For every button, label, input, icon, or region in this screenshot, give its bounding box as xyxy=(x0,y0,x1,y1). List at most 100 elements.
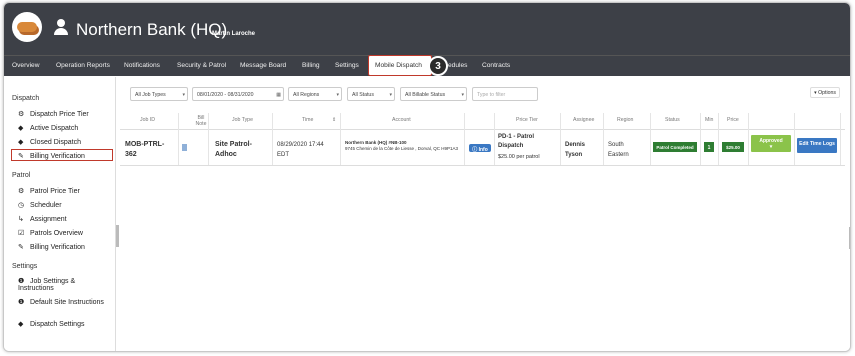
nav-security-patrol[interactable]: Security & Patrol xyxy=(177,62,226,69)
sidebar: Dispatch ⚙ Dispatch Price Tier ◆ Active Di… xyxy=(4,77,116,351)
col-job-type[interactable]: Job Type xyxy=(232,117,253,123)
sidebar-item-label: Dispatch Settings xyxy=(30,321,85,328)
col-bill-note[interactable]: Bill Note xyxy=(194,115,208,127)
main-scrollbar[interactable] xyxy=(849,227,850,249)
date-range-input[interactable]: 08/01/2020 - 08/31/2020 ▦ xyxy=(192,87,284,101)
sidebar-item-active-dispatch[interactable]: ◆ Active Dispatch xyxy=(18,124,78,132)
checkbox-icon: ☑ xyxy=(18,230,25,237)
approved-button[interactable]: Approved ▾ xyxy=(751,135,791,152)
nav-schedules[interactable]: edules xyxy=(448,62,467,69)
chevron-down-icon: ▾ xyxy=(769,144,773,150)
regions-select[interactable]: All Regions ▾ xyxy=(288,87,342,101)
chevron-down-icon: ▾ xyxy=(182,92,185,98)
col-price-tier[interactable]: Price Tier xyxy=(516,117,538,123)
sidebar-item-closed-dispatch[interactable]: ◆ Closed Dispatch xyxy=(18,138,81,146)
sidebar-heading-patrol: Patrol xyxy=(12,172,31,179)
info-button[interactable]: ⓘ Info xyxy=(469,144,491,153)
sidebar-item-label: Billing Verification xyxy=(30,244,85,251)
megaphone-icon: ◆ xyxy=(18,139,24,146)
bill-note-icon[interactable] xyxy=(182,144,187,151)
table-header: Job ID Bill Note Job Type Time ⇕ Account… xyxy=(120,113,845,130)
main-content: All Job Types ▾ 08/01/2020 - 08/31/2020 ▦ … xyxy=(120,77,850,351)
sidebar-item-scheduler[interactable]: ◷ Scheduler xyxy=(18,201,62,209)
billable-value: All Billable Status xyxy=(405,92,446,98)
edit-time-logs-button[interactable]: Edit Time Logs xyxy=(797,138,837,153)
nav-contracts[interactable]: Contracts xyxy=(482,62,510,69)
table-row[interactable]: MOB-PTRL-362 Site Patrol-Adhoc 08/29/202… xyxy=(120,130,845,166)
sidebar-item-patrols-overview[interactable]: ☑ Patrols Overview xyxy=(18,229,83,237)
filter-search-input[interactable]: Type to filter xyxy=(472,87,538,101)
col-account[interactable]: Account xyxy=(392,117,411,123)
assignee[interactable]: Dennis Tyson xyxy=(565,140,600,160)
sidebar-heading-dispatch: Dispatch xyxy=(12,95,40,102)
sidebar-item-label: Assignment xyxy=(30,216,67,223)
job-types-value: All Job Types xyxy=(135,92,166,98)
col-job-id[interactable]: Job ID xyxy=(140,117,155,123)
megaphone-icon: ◆ xyxy=(18,125,24,132)
price-tier: PD-1 - Patrol Dispatch xyxy=(498,134,535,149)
user-name: Martin Laroche xyxy=(212,31,256,37)
sidebar-item-dispatch-settings[interactable]: ◆ Dispatch Settings xyxy=(18,320,84,328)
top-header: Northern Bank (HQ) Martin Laroche xyxy=(4,3,850,55)
nav-overview[interactable]: Overview xyxy=(12,62,39,69)
calendar-icon: ▦ xyxy=(276,92,281,98)
region: South Eastern xyxy=(608,142,629,158)
nav-message-board[interactable]: Message Board xyxy=(240,62,286,69)
chevron-down-icon: ▾ xyxy=(336,92,339,98)
user-icon xyxy=(54,19,68,35)
step-callout: 3 xyxy=(428,56,448,76)
col-time[interactable]: Time xyxy=(302,117,313,123)
sort-icon[interactable]: ⇕ xyxy=(332,117,336,123)
sidebar-item-label: Closed Dispatch xyxy=(30,139,81,146)
regions-value: All Regions xyxy=(293,92,320,98)
price-note: $25.00 per patrol xyxy=(498,154,540,160)
sidebar-item-label: Active Dispatch xyxy=(30,125,79,132)
chevron-down-icon: ▾ xyxy=(461,92,464,98)
chevron-down-icon: ▾ xyxy=(389,92,392,98)
nav-billing[interactable]: Billing xyxy=(302,62,320,69)
sidebar-item-default-site-instructions[interactable]: ❶ Default Site Instructions xyxy=(18,299,108,306)
job-time: 08/29/2020 17:44 EDT xyxy=(277,142,324,158)
status-badge: Patrol Completed xyxy=(653,142,697,152)
sidebar-item-label: Scheduler xyxy=(30,202,62,209)
sidebar-item-patrol-price-tier[interactable]: ⚙ Patrol Price Tier xyxy=(18,187,80,195)
nav-settings[interactable]: Settings xyxy=(335,62,359,69)
gear-icon: ⚙ xyxy=(18,188,25,195)
app-window: Northern Bank (HQ) Martin Laroche Overvi… xyxy=(3,2,851,352)
sidebar-item-dispatch-price-tier[interactable]: ⚙ Dispatch Price Tier xyxy=(18,110,89,118)
billable-status-select[interactable]: All Billable Status ▾ xyxy=(400,87,467,101)
col-price[interactable]: Price xyxy=(727,117,739,123)
job-types-select[interactable]: All Job Types ▾ xyxy=(130,87,188,101)
sidebar-item-assignment[interactable]: ↳ Assignment xyxy=(18,215,67,223)
col-status[interactable]: Status xyxy=(665,117,680,123)
status-select[interactable]: All Status ▾ xyxy=(347,87,395,101)
account-address: 9745 Chemin de la Côte de Liesse , Dorva… xyxy=(345,146,459,151)
sidebar-item-job-settings[interactable]: ❶ Job Settings & Instructions xyxy=(18,278,108,292)
clock-icon: ◷ xyxy=(18,202,25,209)
sidebar-item-label: Patrols Overview xyxy=(30,230,83,237)
col-assignee[interactable]: Assignee xyxy=(573,117,594,123)
job-id[interactable]: MOB-PTRL-362 xyxy=(125,140,175,160)
sidebar-heading-settings: Settings xyxy=(12,263,38,270)
account-name: Northern Bank (HQ) #NB-100 xyxy=(345,140,407,145)
nav-mobile-dispatch[interactable]: Mobile Dispatch xyxy=(368,55,432,76)
col-region[interactable]: Region xyxy=(617,117,633,123)
page-title: Northern Bank (HQ) xyxy=(76,20,228,39)
status-value: All Status xyxy=(352,92,374,98)
info-label: Info xyxy=(478,146,488,153)
megaphone-icon: ◆ xyxy=(18,321,24,328)
nav-notifications[interactable]: Notifications xyxy=(124,62,160,69)
nav-operation-reports[interactable]: Operation Reports xyxy=(56,62,110,69)
sidebar-active-highlight xyxy=(11,149,113,161)
info-icon: ❶ xyxy=(18,278,25,285)
company-logo[interactable] xyxy=(12,12,42,42)
job-type: Site Patrol-Adhoc xyxy=(215,141,252,158)
col-min[interactable]: Min xyxy=(705,117,713,123)
options-button[interactable]: ▾ Options xyxy=(810,87,840,98)
sidebar-item-label: Default Site Instructions xyxy=(30,299,104,306)
sidebar-item-label: Job Settings & Instructions xyxy=(18,278,76,292)
return-arrow-icon: ↳ xyxy=(18,216,24,223)
sidebar-item-patrol-billing-verification[interactable]: ✎ Billing Verification xyxy=(18,243,85,251)
sidebar-scrollbar[interactable] xyxy=(116,225,119,247)
price-badge: $25.00 xyxy=(722,142,744,152)
